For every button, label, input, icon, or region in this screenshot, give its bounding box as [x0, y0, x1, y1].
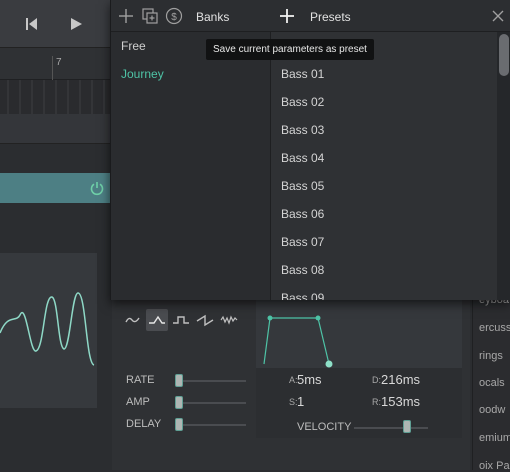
- instrument-strip[interactable]: [0, 173, 110, 203]
- sine-wave-icon[interactable]: [122, 309, 144, 331]
- category-list: eyboa ercuss rings ocals oodw emium oix …: [472, 290, 510, 472]
- velocity-label: VELOCITY: [297, 421, 352, 433]
- delay-slider-knob[interactable]: [175, 418, 183, 431]
- bank-item-journey[interactable]: Journey: [111, 60, 271, 88]
- preset-item[interactable]: Bass 02: [271, 88, 497, 116]
- browser-header: $ Banks Presets: [111, 0, 510, 32]
- envelope-display[interactable]: [256, 298, 462, 368]
- close-icon[interactable]: [489, 7, 507, 25]
- plus-icon[interactable]: [117, 7, 135, 25]
- preset-item[interactable]: Bass 04: [271, 144, 497, 172]
- rate-slider[interactable]: [178, 380, 246, 382]
- preset-item[interactable]: Bass 06: [271, 200, 497, 228]
- amp-slider[interactable]: [178, 402, 246, 404]
- release-key: R:: [372, 397, 381, 407]
- preset-item[interactable]: Bass 01: [271, 60, 497, 88]
- delay-slider[interactable]: [178, 424, 246, 426]
- category-item[interactable]: emium: [479, 432, 510, 444]
- saw-wave-icon[interactable]: [194, 309, 216, 331]
- banks-list: Free Journey: [111, 32, 271, 300]
- delay-label: DELAY: [126, 418, 162, 430]
- velocity-slider-knob[interactable]: [403, 420, 411, 433]
- play-icon[interactable]: [68, 16, 84, 32]
- velocity-slider[interactable]: [354, 427, 428, 429]
- transport-bar: [0, 0, 110, 48]
- triangle-wave-icon[interactable]: [146, 309, 168, 331]
- rate-label: RATE: [126, 374, 155, 386]
- svg-text:$: $: [171, 12, 177, 23]
- banks-heading: Banks: [196, 10, 230, 24]
- rate-slider-knob[interactable]: [175, 374, 183, 387]
- preset-item[interactable]: Bass 08: [271, 256, 497, 284]
- category-item[interactable]: ercuss: [479, 322, 510, 334]
- add-preset-icon[interactable]: [278, 7, 296, 25]
- category-item[interactable]: oodw: [479, 404, 505, 416]
- preset-item[interactable]: Bass 09: [271, 284, 497, 300]
- decay-key: D:: [372, 375, 381, 385]
- bar-number: 7: [56, 57, 62, 68]
- preset-item[interactable]: Bass 03: [271, 116, 497, 144]
- category-item[interactable]: oix Pa: [479, 460, 510, 472]
- amp-slider-knob[interactable]: [175, 396, 183, 409]
- sustain-value[interactable]: 1: [297, 394, 304, 409]
- square-wave-icon[interactable]: [170, 309, 192, 331]
- presets-list: Bass 01 Bass 02 Bass 03 Bass 04 Bass 05 …: [271, 32, 497, 300]
- decay-value[interactable]: 216ms: [381, 372, 420, 387]
- dollar-circle-icon[interactable]: $: [165, 7, 183, 25]
- attack-value[interactable]: 5ms: [297, 372, 322, 387]
- category-item[interactable]: ocals: [479, 377, 505, 389]
- release-value[interactable]: 153ms: [381, 394, 420, 409]
- random-wave-icon[interactable]: [218, 309, 240, 331]
- amp-label: AMP: [126, 396, 150, 408]
- presets-scrollbar-thumb[interactable]: [499, 34, 509, 76]
- category-item[interactable]: rings: [479, 350, 503, 362]
- lfo-waveform-display: [0, 253, 97, 408]
- presets-heading: Presets: [310, 10, 351, 24]
- add-preset-tooltip: Save current parameters as preset: [206, 39, 374, 60]
- duplicate-icon[interactable]: [141, 7, 159, 25]
- skip-back-icon[interactable]: [24, 16, 40, 32]
- preset-item[interactable]: Bass 07: [271, 228, 497, 256]
- power-icon[interactable]: [89, 180, 105, 196]
- preset-item[interactable]: Bass 05: [271, 172, 497, 200]
